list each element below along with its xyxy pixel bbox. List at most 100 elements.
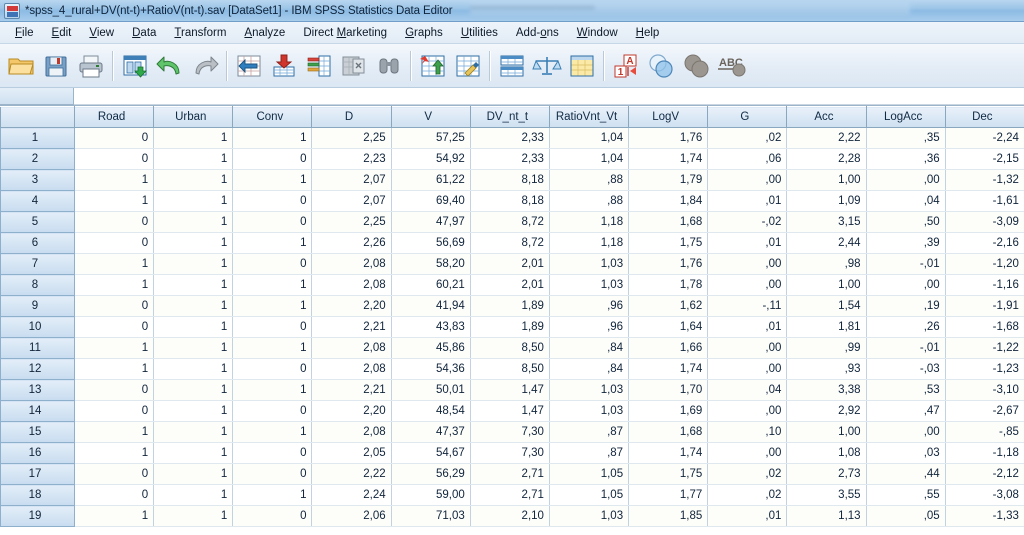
cell-g-11[interactable]: ,00 [707, 337, 788, 359]
cell-logv-15[interactable]: 1,68 [628, 421, 709, 443]
cell-conv-8[interactable]: 1 [232, 274, 313, 296]
menu-item-view[interactable]: View [80, 25, 123, 41]
data-grid-container[interactable]: Road Urban Conv D V DV_nt_t RatioVnt_Vt LogV G Ac… [0, 106, 1024, 535]
cell-g-15[interactable]: ,10 [707, 421, 788, 443]
cell-g-7[interactable]: ,00 [707, 253, 788, 275]
cell-dv-nt-t-6[interactable]: 8,72 [470, 232, 550, 254]
cell-d-16[interactable]: 2,05 [311, 442, 392, 464]
cell-logacc-12[interactable]: -,03 [866, 358, 946, 380]
cell-logv-1[interactable]: 1,76 [628, 127, 709, 149]
row-header[interactable]: 17 [0, 463, 75, 485]
cell-acc-8[interactable]: 1,00 [786, 274, 867, 296]
select-cases-icon[interactable] [565, 48, 599, 84]
cell-urban-17[interactable]: 1 [153, 463, 234, 485]
cell-g-9[interactable]: -,11 [707, 295, 788, 317]
cell-d-11[interactable]: 2,08 [311, 337, 392, 359]
table-row[interactable]: 4 1 1 0 2,07 69,40 8,18,88 1,84,01 1,09,04 -1,61 [0, 190, 1024, 212]
cell-reference-name[interactable] [0, 88, 74, 105]
cell-conv-6[interactable]: 1 [232, 232, 313, 254]
cell-ratiovnt-vt-1[interactable]: 1,04 [549, 127, 630, 149]
cell-v-17[interactable]: 56,29 [391, 463, 471, 485]
cell-urban-2[interactable]: 1 [153, 148, 234, 170]
menu-item-transform[interactable]: Transform [165, 25, 235, 41]
cell-v-18[interactable]: 59,00 [391, 484, 471, 506]
cell-ratiovnt-vt-19[interactable]: 1,03 [549, 505, 630, 527]
table-row[interactable]: 15 1 1 1 2,08 47,37 7,30,87 1,68,10 1,00,00 -,85 [0, 421, 1024, 443]
insert-variable-icon[interactable] [451, 48, 485, 84]
menu-item-utilities[interactable]: Utilities [452, 25, 507, 41]
cell-g-19[interactable]: ,01 [707, 505, 788, 527]
cell-g-4[interactable]: ,01 [707, 190, 788, 212]
row-header[interactable]: 18 [0, 484, 75, 506]
cell-road-14[interactable]: 0 [74, 400, 155, 422]
cell-g-18[interactable]: ,02 [707, 484, 788, 506]
cell-dec-5[interactable]: -3,09 [945, 211, 1024, 233]
cell-acc-12[interactable]: ,93 [786, 358, 867, 380]
cell-conv-1[interactable]: 1 [232, 127, 313, 149]
cell-logacc-2[interactable]: ,36 [866, 148, 946, 170]
cell-v-10[interactable]: 43,83 [391, 316, 471, 338]
cell-logacc-6[interactable]: ,39 [866, 232, 946, 254]
cell-ratiovnt-vt-2[interactable]: 1,04 [549, 148, 630, 170]
table-row[interactable]: 17 0 1 0 2,22 56,29 2,71 1,05 1,75,02 2,73,44 -2,1… [0, 463, 1024, 485]
cell-dec-9[interactable]: -1,91 [945, 295, 1024, 317]
cell-v-1[interactable]: 57,25 [391, 127, 471, 149]
cell-urban-1[interactable]: 1 [153, 127, 234, 149]
cell-urban-9[interactable]: 1 [153, 295, 234, 317]
redo-icon[interactable] [188, 48, 222, 84]
cell-v-11[interactable]: 45,86 [391, 337, 471, 359]
cell-dec-3[interactable]: -1,32 [945, 169, 1024, 191]
cell-road-1[interactable]: 0 [74, 127, 155, 149]
cell-dec-1[interactable]: -2,24 [945, 127, 1024, 149]
cell-v-8[interactable]: 60,21 [391, 274, 471, 296]
variables-icon[interactable] [302, 48, 336, 84]
cell-dec-4[interactable]: -1,61 [945, 190, 1024, 212]
cell-ratiovnt-vt-17[interactable]: 1,05 [549, 463, 630, 485]
cell-d-5[interactable]: 2,25 [311, 211, 392, 233]
table-row[interactable]: 14 0 1 0 2,20 48,54 1,47 1,03 1,69,00 2,92,47 -2,6… [0, 400, 1024, 422]
cell-acc-2[interactable]: 2,28 [786, 148, 867, 170]
print-icon[interactable] [74, 48, 108, 84]
menu-item-graphs[interactable]: Graphs [396, 25, 452, 41]
goto-case-icon[interactable] [232, 48, 266, 84]
cell-ratiovnt-vt-12[interactable]: ,84 [549, 358, 630, 380]
grid-corner-cell[interactable] [0, 106, 75, 128]
cell-acc-13[interactable]: 3,38 [786, 379, 867, 401]
cell-dv-nt-t-11[interactable]: 8,50 [470, 337, 550, 359]
cell-urban-16[interactable]: 1 [153, 442, 234, 464]
cell-dv-nt-t-15[interactable]: 7,30 [470, 421, 550, 443]
cell-v-6[interactable]: 56,69 [391, 232, 471, 254]
table-row[interactable]: 3 1 1 1 2,07 61,22 8,18,88 1,79,00 1,00,00 -1,32 [0, 169, 1024, 191]
cell-logacc-4[interactable]: ,04 [866, 190, 946, 212]
cell-acc-10[interactable]: 1,81 [786, 316, 867, 338]
cell-road-15[interactable]: 1 [74, 421, 155, 443]
cell-d-1[interactable]: 2,25 [311, 127, 392, 149]
cell-d-17[interactable]: 2,22 [311, 463, 392, 485]
cell-conv-15[interactable]: 1 [232, 421, 313, 443]
cell-dec-15[interactable]: -,85 [945, 421, 1024, 443]
cell-conv-14[interactable]: 0 [232, 400, 313, 422]
cell-acc-19[interactable]: 1,13 [786, 505, 867, 527]
cell-dv-nt-t-14[interactable]: 1,47 [470, 400, 550, 422]
row-header[interactable]: 15 [0, 421, 75, 443]
cell-g-16[interactable]: ,00 [707, 442, 788, 464]
cell-d-10[interactable]: 2,21 [311, 316, 392, 338]
goto-variable-icon[interactable] [267, 48, 301, 84]
column-header-logv[interactable]: LogV [628, 106, 709, 128]
cell-v-7[interactable]: 58,20 [391, 253, 471, 275]
cell-urban-5[interactable]: 1 [153, 211, 234, 233]
column-header-dv-nt-t[interactable]: DV_nt_t [470, 106, 550, 128]
column-header-urban[interactable]: Urban [153, 106, 234, 128]
cell-g-2[interactable]: ,06 [707, 148, 788, 170]
cell-conv-17[interactable]: 0 [232, 463, 313, 485]
column-header-ratiovnt-vt[interactable]: RatioVnt_Vt [549, 106, 630, 128]
row-header[interactable]: 19 [0, 505, 75, 527]
cell-logacc-11[interactable]: -,01 [866, 337, 946, 359]
cell-urban-15[interactable]: 1 [153, 421, 234, 443]
cell-road-7[interactable]: 1 [74, 253, 155, 275]
cell-dv-nt-t-5[interactable]: 8,72 [470, 211, 550, 233]
cell-urban-19[interactable]: 1 [153, 505, 234, 527]
cell-v-13[interactable]: 50,01 [391, 379, 471, 401]
cell-acc-3[interactable]: 1,00 [786, 169, 867, 191]
cell-road-19[interactable]: 1 [74, 505, 155, 527]
